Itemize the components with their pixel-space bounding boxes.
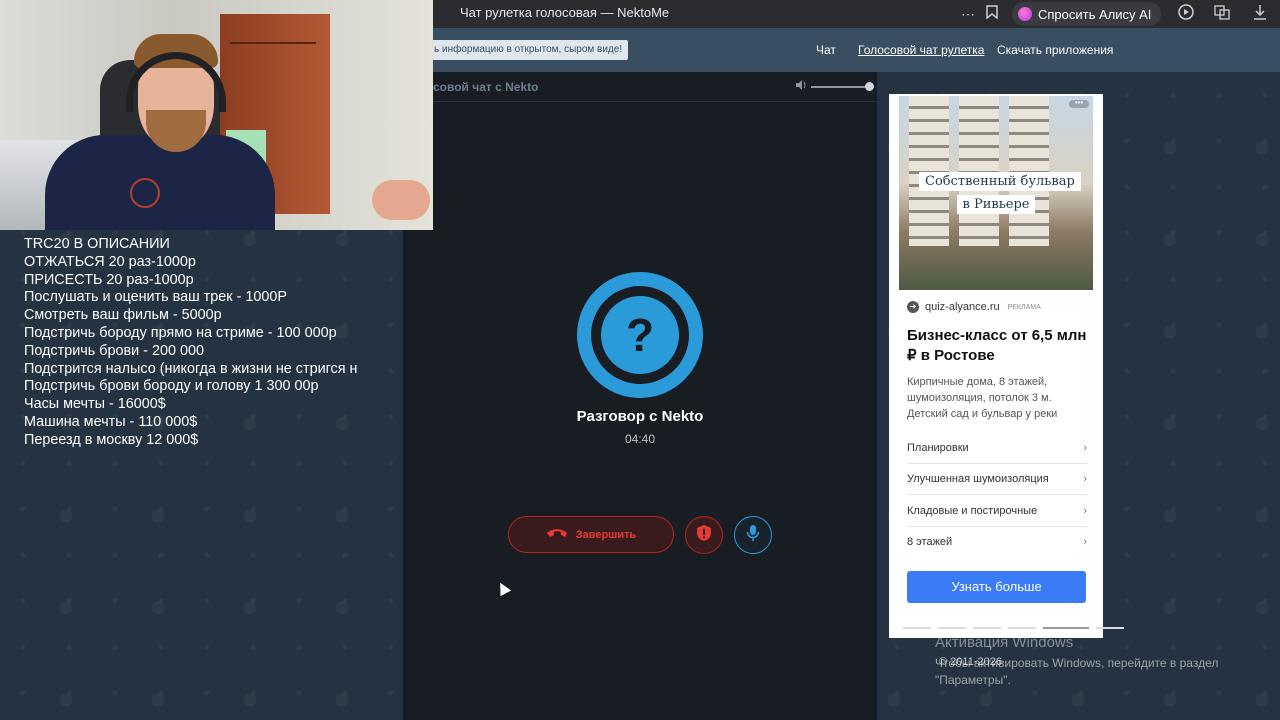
nav-voice-chat[interactable]: Голосовой чат рулетка: [858, 43, 984, 57]
volume-slider[interactable]: [811, 86, 869, 88]
ad-carousel-dots[interactable]: [903, 627, 1124, 629]
volume-slider-knob[interactable]: [865, 82, 874, 91]
nav-chat[interactable]: Чат: [816, 43, 836, 57]
ad-headline[interactable]: Бизнес-класс от 6,5 млн ₽ в Ростове: [907, 326, 1097, 366]
donation-line: TRC20 В ОПИСАНИИ: [24, 236, 170, 252]
donation-line: Послушать и оценить ваш трек - 1000Р: [24, 289, 287, 306]
ad-link-soundproofing[interactable]: Улучшенная шумоизоляция ›: [907, 464, 1087, 495]
call-timer: 04:40: [624, 432, 656, 446]
nav-download-apps[interactable]: Скачать приложения: [997, 43, 1113, 57]
chat-header-title: совой чат с Nekto: [433, 80, 539, 94]
ask-alice-button[interactable]: Спросить Алису AI: [1012, 2, 1162, 26]
end-call-button[interactable]: Завершить: [508, 516, 674, 553]
alice-icon: [1018, 7, 1032, 21]
hangup-icon: [546, 527, 568, 542]
chevron-right-icon: ›: [1083, 473, 1087, 485]
ad-description: Кирпичные дома, 8 этажей, шумоизоляция, …: [907, 376, 1058, 420]
voice-chat-panel: совой чат с Nekto ? Разговор с Nekto 04:…: [403, 72, 877, 720]
learn-more-button[interactable]: Узнать больше: [907, 571, 1086, 603]
partner-avatar: ?: [577, 272, 703, 398]
donation-list: TRC20 В ОПИСАНИИ ОТЖАТЬСЯ 20 раз-1000р П…: [24, 236, 378, 450]
download-icon[interactable]: [1250, 4, 1270, 24]
donation-line: Смотреть ваш фильм - 5000р: [24, 307, 222, 324]
notice-banner: ь информацию в открытом, сыром виде!: [428, 40, 629, 60]
webcam-feed: [0, 0, 433, 230]
microphone-icon: [746, 524, 760, 547]
page-title: Чат рулетка голосовая — NektoMe: [460, 5, 670, 20]
ad-image[interactable]: Собственный бульвар в Ривьере •••: [899, 96, 1093, 290]
ad-image-caption: Собственный бульвар в Ривьере: [919, 172, 1081, 218]
bookmark-icon[interactable]: [982, 4, 1002, 24]
donation-line: Машина мечты - 110 000$: [24, 413, 198, 430]
end-call-label: Завершить: [575, 528, 637, 541]
donation-line: Подстрится налысо (никогда в жизни не ст…: [24, 360, 358, 377]
more-icon[interactable]: ⋯: [958, 4, 978, 24]
chevron-right-icon: ›: [1083, 442, 1087, 454]
ad-link-floors[interactable]: 8 этажей ›: [907, 527, 1087, 558]
play-icon[interactable]: [1176, 4, 1196, 24]
question-mark-icon: ?: [601, 296, 679, 374]
talk-title: Разговор с Nekto: [576, 408, 704, 425]
donation-line: Переезд в москву 12 000$: [24, 431, 199, 448]
donation-line: Подстричь бороду прямо на стриме - 100 0…: [24, 324, 337, 341]
ad-link-layouts[interactable]: Планировки ›: [907, 433, 1087, 464]
ad-domain[interactable]: ➜ quiz-alyance.ru РЕКЛАМА: [907, 301, 1041, 313]
chevron-right-icon: ›: [1083, 536, 1087, 548]
chat-header: совой чат с Nekto: [403, 72, 877, 102]
chevron-right-icon: ›: [1083, 505, 1087, 517]
volume-icon[interactable]: [795, 79, 807, 94]
ad-link-storage[interactable]: Кладовые и постирочные ›: [907, 496, 1087, 527]
windows-activation-subtitle: Чтобы активировать Windows, перейдите в …: [935, 656, 1219, 687]
windows-activation-title: Активация Windows: [935, 634, 1074, 651]
shield-icon: [696, 524, 712, 547]
translate-icon[interactable]: [1212, 4, 1232, 24]
donation-line: ОТЖАТЬСЯ 20 раз-1000р: [24, 253, 196, 270]
ask-alice-label: Спросить Алису AI: [1038, 6, 1152, 22]
donation-line: Часы мечты - 16000$: [24, 396, 166, 413]
donation-line: Подстричь брови - 200 000: [24, 342, 204, 359]
microphone-button[interactable]: [734, 516, 772, 554]
ad-options-icon[interactable]: •••: [1069, 99, 1089, 108]
report-button[interactable]: [685, 516, 723, 554]
arrow-right-icon: ➜: [907, 301, 919, 313]
donation-line: Подстричь брови бороду и голову 1 300 00…: [24, 378, 319, 395]
donation-line: ПРИСЕСТЬ 20 раз-1000р: [24, 271, 194, 288]
ad-label: РЕКЛАМА: [1007, 303, 1041, 311]
advertisement[interactable]: Собственный бульвар в Ривьере ••• ➜ quiz…: [889, 94, 1124, 638]
